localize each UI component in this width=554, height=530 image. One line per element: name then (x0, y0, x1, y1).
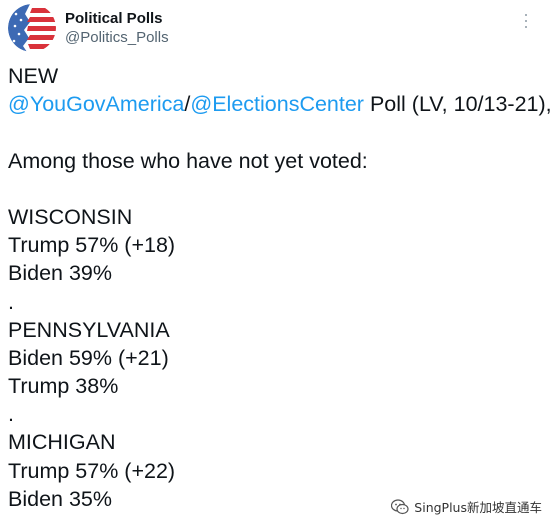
text-line: @YouGovAmerica/@ElectionsCenter Poll (LV… (8, 90, 552, 118)
poll-result-line: Trump 57% (+18) (8, 233, 176, 258)
flag-logo-icon (8, 4, 56, 52)
more-options-icon[interactable] (520, 14, 532, 28)
watermark: SingPlus新加坡直通车 (391, 497, 542, 516)
author-handle[interactable]: @Politics_Polls (65, 29, 169, 46)
tweet-header: Political Polls @Politics_Polls (8, 4, 546, 52)
wechat-icon (391, 498, 409, 514)
state-heading-wisconsin: WISCONSIN (8, 204, 133, 229)
separator-dot: . (8, 402, 14, 427)
poll-result-line: Trump 57% (+22) (8, 458, 176, 483)
state-heading-michigan: MICHIGAN (8, 430, 116, 455)
mention-link[interactable]: @ElectionsCenter (190, 92, 364, 116)
state-heading-pennsylvania: PENNSYLVANIA (8, 317, 170, 342)
separator-dot: . (8, 289, 14, 314)
poll-result-line: Trump 38% (8, 374, 119, 399)
avatar[interactable] (8, 4, 56, 52)
author-display-name[interactable]: Political Polls (65, 10, 163, 27)
poll-result-line: Biden 39% (8, 261, 112, 286)
poll-result-line: Biden 59% (+21) (8, 345, 169, 370)
tweet-card: Political Polls @Politics_Polls NEW @You… (0, 0, 554, 530)
tweet-text: NEW @YouGovAmerica/@ElectionsCenter Poll… (8, 62, 552, 513)
mention-link[interactable]: @YouGovAmerica (8, 92, 184, 116)
text-line: NEW (8, 64, 59, 88)
text-line: Among those who have not yet voted: (8, 148, 368, 173)
poll-info-text: Poll (LV, 10/13-21), (363, 92, 552, 117)
watermark-text: SingPlus新加坡直通车 (414, 500, 542, 515)
